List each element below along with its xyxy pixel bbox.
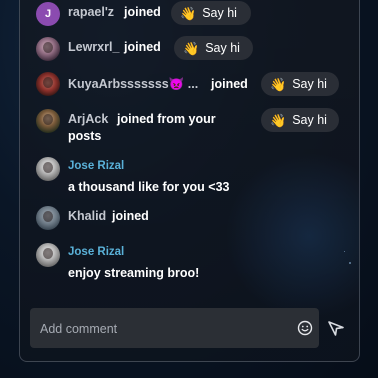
say-hi-label: Say hi bbox=[202, 6, 237, 20]
username[interactable]: rapael'z bbox=[68, 5, 114, 19]
joined-text: joined bbox=[124, 5, 161, 19]
username[interactable]: ArjAck bbox=[68, 112, 108, 126]
smiley-face-icon[interactable] bbox=[297, 320, 313, 336]
comment-username[interactable]: Jose Rizal bbox=[68, 246, 124, 258]
comment-username[interactable]: Jose Rizal bbox=[68, 160, 124, 172]
background-sparkle bbox=[344, 251, 345, 252]
joined-text-continued: posts bbox=[68, 129, 102, 143]
comment-text: a thousand like for you <33 bbox=[68, 180, 230, 194]
say-hi-button[interactable]: 👋 Say hi bbox=[261, 72, 339, 96]
avatar[interactable] bbox=[36, 37, 60, 61]
avatar[interactable] bbox=[36, 109, 60, 133]
joined-text: joined from your bbox=[117, 112, 216, 126]
say-hi-button[interactable]: 👋 Say hi bbox=[261, 108, 339, 132]
waving-hand-icon: 👋 bbox=[180, 5, 197, 21]
say-hi-button[interactable]: 👋 Say hi bbox=[171, 1, 251, 25]
avatar[interactable] bbox=[36, 206, 60, 230]
comment-input[interactable] bbox=[38, 308, 292, 350]
say-hi-label: Say hi bbox=[292, 77, 327, 91]
say-hi-label: Say hi bbox=[292, 113, 327, 127]
waving-hand-icon: 👋 bbox=[183, 40, 200, 56]
say-hi-label: Say hi bbox=[205, 41, 240, 55]
joined-text: joined bbox=[112, 209, 149, 223]
avatar[interactable] bbox=[36, 157, 60, 181]
waving-hand-icon: 👋 bbox=[270, 112, 287, 128]
avatar[interactable] bbox=[36, 243, 60, 267]
username[interactable]: Lewrxrl_ bbox=[68, 40, 119, 54]
comment-input-container bbox=[30, 308, 319, 350]
say-hi-button[interactable]: 👋 Say hi bbox=[174, 36, 253, 60]
send-arrow-icon[interactable] bbox=[326, 318, 346, 338]
username[interactable]: KuyaArbsssssss👿 ... bbox=[68, 77, 198, 92]
username[interactable]: Khalid bbox=[68, 209, 106, 223]
joined-text: joined bbox=[211, 77, 248, 91]
avatar[interactable]: J bbox=[36, 2, 60, 26]
comment-text: enjoy streaming broo! bbox=[68, 266, 200, 280]
avatar-initial: J bbox=[44, 8, 52, 20]
avatar[interactable] bbox=[36, 72, 60, 96]
joined-text: joined bbox=[124, 40, 161, 54]
waving-hand-icon: 👋 bbox=[270, 76, 287, 92]
background-sparkle bbox=[349, 262, 351, 264]
